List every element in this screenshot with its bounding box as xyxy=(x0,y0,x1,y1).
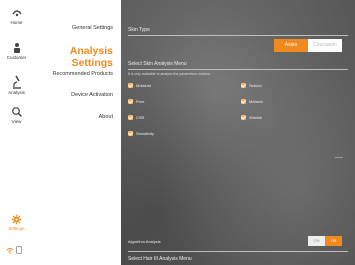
home-icon xyxy=(11,10,22,17)
param-label: Moisture xyxy=(136,83,152,88)
algorithm-analysis-title: Algorithm Analysis xyxy=(128,239,161,244)
divider xyxy=(128,35,348,36)
skin-type-title: Skin Type xyxy=(128,27,150,33)
param-melanin-checkbox[interactable]: Melanin xyxy=(241,99,263,104)
param-sebum-checkbox[interactable]: Sebum xyxy=(241,83,262,88)
menu-item-device-activation[interactable]: Device Activation xyxy=(71,92,113,98)
gear-icon xyxy=(11,214,22,225)
param-pore-checkbox[interactable]: Pore xyxy=(128,99,144,104)
wifi-icon xyxy=(6,248,14,254)
settings-menu: General Settings Analysis Settings Recom… xyxy=(33,0,121,265)
analysis-settings-panel: Skin Type Asian Caucasian Select Skin An… xyxy=(121,0,355,265)
nav-item-home[interactable]: Home xyxy=(0,7,33,25)
nav-item-customer[interactable]: Customer xyxy=(0,42,33,60)
param-moisture-checkbox[interactable]: Moisture xyxy=(128,83,151,88)
param-csr-checkbox[interactable]: CSR xyxy=(128,115,144,120)
param-wrinkle-checkbox[interactable]: Wrinkle xyxy=(241,115,262,120)
nav-label-view: View xyxy=(11,119,22,124)
param-label: Sebum xyxy=(249,83,262,88)
skin-menu-hint: It is only available to analyze the para… xyxy=(128,72,211,76)
algorithm-on-button[interactable]: ON xyxy=(308,236,325,246)
search-icon xyxy=(11,107,22,117)
nav-label-customer: Customer xyxy=(6,55,27,60)
skin-type-asian-button[interactable]: Asian xyxy=(274,39,308,52)
param-label: Melanin xyxy=(249,99,264,104)
param-sensitivity-checkbox[interactable]: Sensitivity xyxy=(128,131,154,136)
checkbox-checked-icon xyxy=(128,131,133,136)
analysis-microscope-icon xyxy=(12,75,21,89)
nav-label-analysis: Analysis xyxy=(8,90,25,95)
param-label: Wrinkle xyxy=(249,115,263,120)
param-label: Sensitivity xyxy=(136,131,155,136)
menu-item-about[interactable]: About xyxy=(99,114,113,120)
checkbox-checked-icon xyxy=(128,83,133,88)
divider xyxy=(335,157,343,158)
nav-label-settings: Settings xyxy=(8,226,25,231)
skin-type-caucasian-button[interactable]: Caucasian xyxy=(308,39,342,52)
checkbox-checked-icon xyxy=(241,83,246,88)
nav-item-settings[interactable]: Settings xyxy=(0,214,33,231)
divider xyxy=(128,251,348,252)
menu-item-general-settings[interactable]: General Settings xyxy=(72,25,113,31)
checkbox-checked-icon xyxy=(241,99,246,104)
nav-rail: Home Customer Analysis View Settings xyxy=(0,0,34,265)
menu-item-analysis-settings[interactable]: Analysis Settings xyxy=(33,45,113,69)
nav-label-home: Home xyxy=(10,20,23,25)
nav-item-view[interactable]: View xyxy=(0,106,33,124)
param-label: CSR xyxy=(136,115,145,120)
menu-item-recommended-products[interactable]: Recommended Products xyxy=(52,71,113,77)
divider xyxy=(128,69,348,70)
nav-item-analysis[interactable]: Analysis xyxy=(0,75,33,95)
skin-menu-title: Select Skin Analysis Menu xyxy=(128,61,187,67)
param-label: Pore xyxy=(136,99,145,104)
customer-icon xyxy=(13,43,20,53)
device-icon xyxy=(16,246,22,254)
checkbox-checked-icon xyxy=(241,115,246,120)
checkbox-checked-icon xyxy=(128,115,133,120)
algorithm-off-button[interactable]: Off xyxy=(325,236,342,246)
hair-menu-title: Select Hair III Analysis Menu xyxy=(128,256,192,262)
checkbox-checked-icon xyxy=(128,99,133,104)
